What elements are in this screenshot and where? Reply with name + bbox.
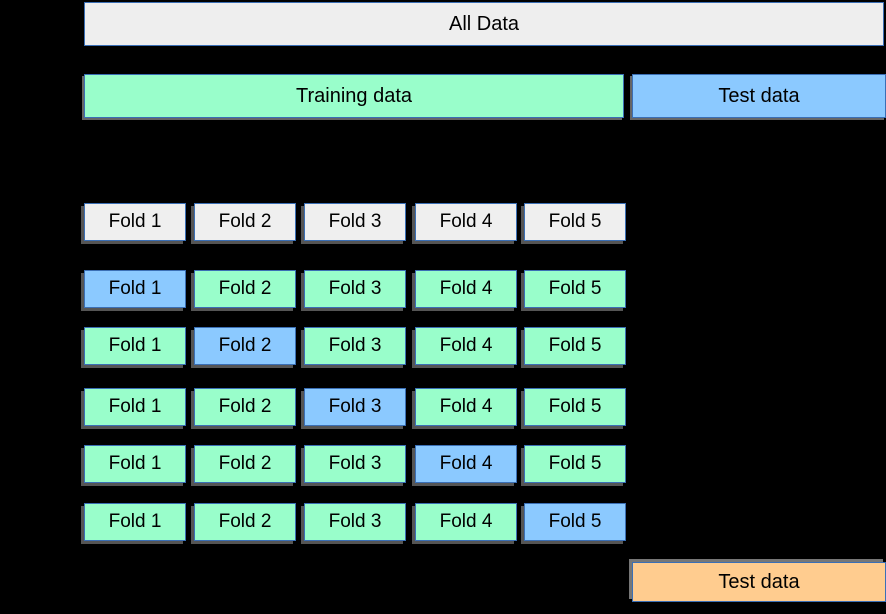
fold-cell: Fold 3	[304, 327, 406, 365]
fold-cell: Fold 1	[84, 203, 186, 241]
fold-cell: Fold 4	[415, 445, 517, 483]
fold-cell: Fold 4	[415, 270, 517, 308]
fold-cell: Fold 5	[524, 503, 626, 541]
fold-cell: Fold 2	[194, 445, 296, 483]
fold-cell: Fold 4	[415, 203, 517, 241]
fold-cell: Fold 1	[84, 503, 186, 541]
training-data-box: Training data	[84, 74, 624, 118]
fold-cell: Fold 5	[524, 203, 626, 241]
fold-cell: Fold 3	[304, 445, 406, 483]
all-data-box: All Data	[84, 2, 884, 46]
fold-cell: Fold 1	[84, 445, 186, 483]
final-test-data-box: Test data	[632, 562, 886, 602]
fold-cell: Fold 3	[304, 203, 406, 241]
fold-cell: Fold 2	[194, 327, 296, 365]
fold-cell: Fold 2	[194, 503, 296, 541]
fold-cell: Fold 3	[304, 388, 406, 426]
fold-cell: Fold 1	[84, 388, 186, 426]
fold-cell: Fold 2	[194, 270, 296, 308]
fold-cell: Fold 3	[304, 503, 406, 541]
fold-cell: Fold 5	[524, 445, 626, 483]
fold-cell: Fold 2	[194, 203, 296, 241]
fold-cell: Fold 5	[524, 327, 626, 365]
fold-cell: Fold 1	[84, 327, 186, 365]
fold-cell: Fold 5	[524, 388, 626, 426]
fold-cell: Fold 4	[415, 327, 517, 365]
fold-cell: Fold 5	[524, 270, 626, 308]
fold-cell: Fold 4	[415, 503, 517, 541]
test-data-box: Test data	[632, 74, 886, 118]
fold-cell: Fold 4	[415, 388, 517, 426]
fold-cell: Fold 3	[304, 270, 406, 308]
fold-cell: Fold 1	[84, 270, 186, 308]
fold-cell: Fold 2	[194, 388, 296, 426]
